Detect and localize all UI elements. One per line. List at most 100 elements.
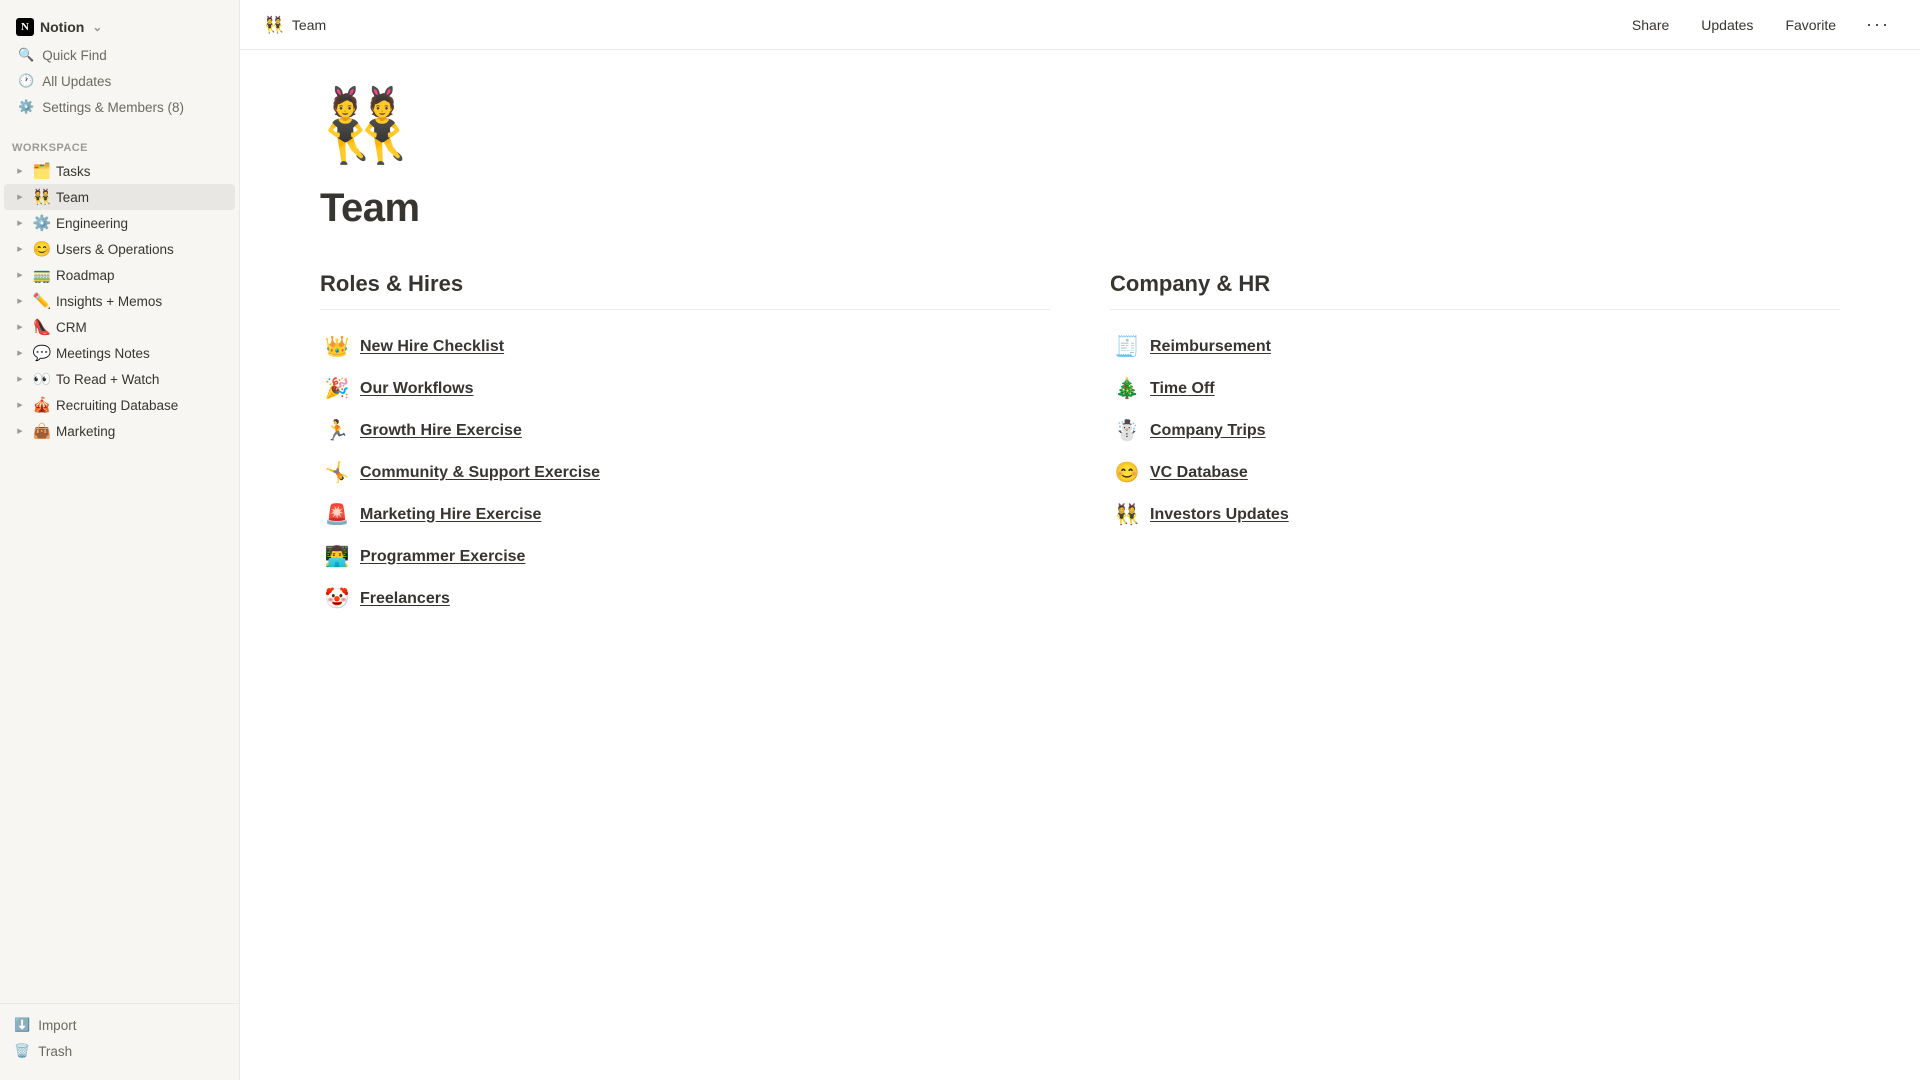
trash-label: Trash (38, 1044, 72, 1059)
sidebar-item-marketing[interactable]: 👜 Marketing (4, 418, 235, 444)
all-updates-item[interactable]: 🕐 All Updates (8, 68, 231, 94)
sidebar-item-to-read-watch[interactable]: 👀 To Read + Watch (4, 366, 235, 392)
to-read-watch-label: To Read + Watch (56, 372, 227, 387)
community-support-exercise-icon: 🤸 (324, 460, 350, 485)
roles-hires-heading: Roles & Hires (320, 271, 1050, 310)
sidebar-item-users-operations[interactable]: 😊 Users & Operations (4, 236, 235, 262)
meetings-notes-label: Meetings Notes (56, 346, 227, 361)
workspace-section-label: WORKSPACE (0, 128, 239, 158)
sidebar-top: N Notion ⌄ 🔍 Quick Find 🕐 All Updates ⚙️… (0, 8, 239, 128)
notion-workspace-header[interactable]: N Notion ⌄ (8, 12, 231, 42)
marketing-hire-exercise-label: Marketing Hire Exercise (360, 506, 541, 524)
page-cover-emoji: 👯 (320, 90, 1840, 162)
investors-updates-icon: 👯 (1114, 502, 1140, 527)
topbar-actions: Share Updates Favorite ··· (1624, 10, 1896, 39)
chevron-icon (12, 319, 28, 335)
insights-memos-icon: ✏️ (32, 292, 52, 310)
tasks-icon: 🗂️ (32, 162, 52, 180)
roadmap-icon: 🚃 (32, 266, 52, 284)
chevron-icon (12, 371, 28, 387)
programmer-exercise-link[interactable]: 👨‍💻 Programmer Exercise (320, 536, 1050, 578)
crm-label: CRM (56, 320, 227, 335)
notion-logo-icon: N (16, 18, 34, 36)
import-label: Import (38, 1018, 76, 1033)
reimbursement-link[interactable]: 🧾 Reimbursement (1110, 326, 1840, 368)
topbar-page-icon: 👯 (264, 15, 284, 35)
growth-hire-exercise-icon: 🏃 (324, 418, 350, 443)
company-trips-label: Company Trips (1150, 422, 1266, 440)
our-workflows-icon: 🎉 (324, 376, 350, 401)
crm-icon: 👠 (32, 318, 52, 336)
chevron-icon (12, 397, 28, 413)
trash-item[interactable]: 🗑️ Trash (4, 1038, 235, 1064)
vc-database-link[interactable]: 😊 VC Database (1110, 452, 1840, 494)
sidebar-item-tasks[interactable]: 🗂️ Tasks (4, 158, 235, 184)
marketing-label: Marketing (56, 424, 227, 439)
favorite-button[interactable]: Favorite (1777, 13, 1844, 37)
trash-icon: 🗑️ (14, 1043, 30, 1059)
marketing-hire-exercise-link[interactable]: 🚨 Marketing Hire Exercise (320, 494, 1050, 536)
our-workflows-label: Our Workflows (360, 380, 474, 398)
company-trips-icon: ☃️ (1114, 418, 1140, 443)
reimbursement-icon: 🧾 (1114, 334, 1140, 359)
insights-memos-label: Insights + Memos (56, 294, 227, 309)
chevron-icon (12, 345, 28, 361)
sidebar-item-recruiting-database[interactable]: 🎪 Recruiting Database (4, 392, 235, 418)
meetings-notes-icon: 💬 (32, 344, 52, 362)
sidebar-item-meetings-notes[interactable]: 💬 Meetings Notes (4, 340, 235, 366)
gear-icon: ⚙️ (18, 99, 34, 115)
page-content: 👯 Team Roles & Hires 👑 New Hire Checklis… (240, 50, 1920, 1080)
more-options-button[interactable]: ··· (1860, 10, 1896, 39)
growth-hire-exercise-link[interactable]: 🏃 Growth Hire Exercise (320, 410, 1050, 452)
time-off-icon: 🎄 (1114, 376, 1140, 401)
freelancers-label: Freelancers (360, 590, 450, 608)
quick-find-item[interactable]: 🔍 Quick Find (8, 42, 231, 68)
sidebar-item-engineering[interactable]: ⚙️ Engineering (4, 210, 235, 236)
company-hr-heading: Company & HR (1110, 271, 1840, 310)
workspace-chevron-icon: ⌄ (92, 20, 102, 34)
sidebar-item-insights-memos[interactable]: ✏️ Insights + Memos (4, 288, 235, 314)
programmer-exercise-label: Programmer Exercise (360, 548, 525, 566)
investors-updates-label: Investors Updates (1150, 506, 1289, 524)
our-workflows-link[interactable]: 🎉 Our Workflows (320, 368, 1050, 410)
team-icon: 👯 (32, 188, 52, 206)
share-button[interactable]: Share (1624, 13, 1677, 37)
import-icon: ⬇️ (14, 1017, 30, 1033)
chevron-icon (12, 163, 28, 179)
sidebar-item-roadmap[interactable]: 🚃 Roadmap (4, 262, 235, 288)
updates-button[interactable]: Updates (1693, 13, 1761, 37)
engineering-label: Engineering (56, 216, 227, 231)
new-hire-checklist-label: New Hire Checklist (360, 338, 504, 356)
settings-members-item[interactable]: ⚙️ Settings & Members (8) (8, 94, 231, 120)
chevron-icon (12, 215, 28, 231)
team-label: Team (56, 190, 227, 205)
company-trips-link[interactable]: ☃️ Company Trips (1110, 410, 1840, 452)
settings-members-label: Settings & Members (8) (42, 100, 184, 115)
to-read-watch-icon: 👀 (32, 370, 52, 388)
import-item[interactable]: ⬇️ Import (4, 1012, 235, 1038)
programmer-exercise-icon: 👨‍💻 (324, 544, 350, 569)
freelancers-icon: 🤡 (324, 586, 350, 611)
sidebar-bottom: ⬇️ Import 🗑️ Trash (0, 1003, 239, 1072)
new-hire-checklist-link[interactable]: 👑 New Hire Checklist (320, 326, 1050, 368)
users-operations-label: Users & Operations (56, 242, 227, 257)
time-off-link[interactable]: 🎄 Time Off (1110, 368, 1840, 410)
roles-hires-section: Roles & Hires 👑 New Hire Checklist 🎉 Our… (320, 271, 1050, 620)
sidebar-item-crm[interactable]: 👠 CRM (4, 314, 235, 340)
chevron-icon (12, 241, 28, 257)
all-updates-label: All Updates (42, 74, 111, 89)
vc-database-label: VC Database (1150, 464, 1248, 482)
clock-icon: 🕐 (18, 73, 34, 89)
community-support-exercise-link[interactable]: 🤸 Community & Support Exercise (320, 452, 1050, 494)
chevron-icon (12, 423, 28, 439)
time-off-label: Time Off (1150, 380, 1215, 398)
sidebar-item-team[interactable]: 👯 Team (4, 184, 235, 210)
engineering-icon: ⚙️ (32, 214, 52, 232)
investors-updates-link[interactable]: 👯 Investors Updates (1110, 494, 1840, 536)
page-columns: Roles & Hires 👑 New Hire Checklist 🎉 Our… (320, 271, 1840, 620)
chevron-icon (12, 189, 28, 205)
freelancers-link[interactable]: 🤡 Freelancers (320, 578, 1050, 620)
marketing-icon: 👜 (32, 422, 52, 440)
chevron-icon (12, 293, 28, 309)
new-hire-checklist-icon: 👑 (324, 334, 350, 359)
